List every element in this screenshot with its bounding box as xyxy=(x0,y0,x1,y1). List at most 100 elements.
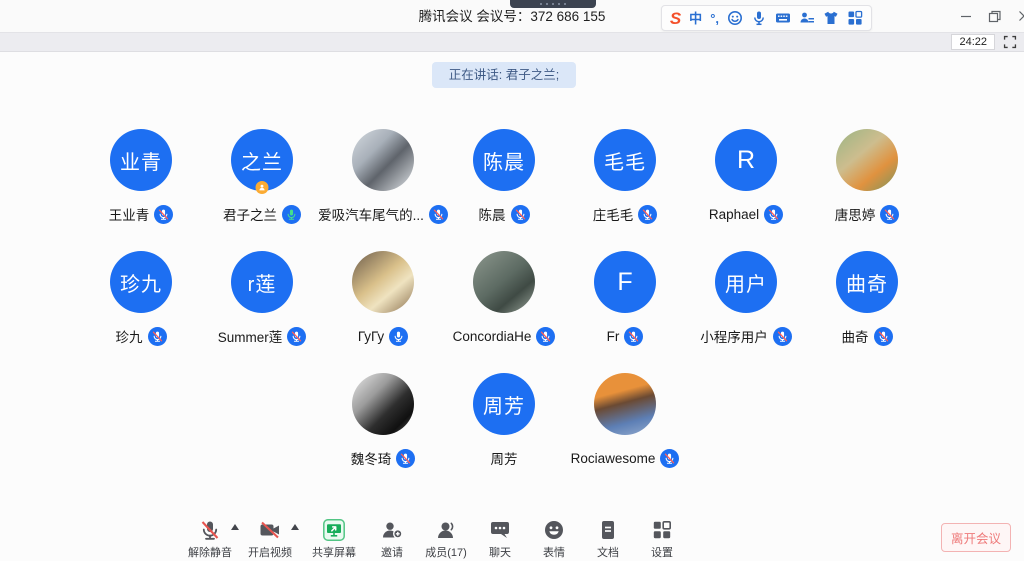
toolbar-item-members[interactable]: 成员(17) xyxy=(419,515,473,560)
avatar-photo xyxy=(594,373,656,435)
leave-meeting-button[interactable]: 离开会议 xyxy=(941,523,1011,552)
participant-tile[interactable]: 曲奇 曲奇 xyxy=(807,251,928,346)
participant-tile[interactable]: 爱吸汽车尾气的... xyxy=(323,129,444,224)
toolbar-item-chat[interactable]: 聊天 xyxy=(473,515,527,560)
name-row: 周芳 xyxy=(491,448,518,468)
participant-row: 珍九 珍九 r莲 xyxy=(0,251,1016,346)
chinese-mode-icon[interactable]: 中 xyxy=(689,12,702,25)
name-row: 庄毛毛 xyxy=(593,204,658,224)
participant-name: 珍九 xyxy=(116,326,143,346)
participant-tile[interactable]: 魏冬琦 xyxy=(323,373,444,468)
video-options-caret[interactable] xyxy=(291,524,299,530)
participant-tile[interactable]: 之兰 君子之兰 xyxy=(202,129,323,224)
participant-name: Rociawesome xyxy=(571,451,656,466)
window-controls xyxy=(951,0,1024,32)
participant-name: 庄毛毛 xyxy=(593,204,634,224)
avatar: R xyxy=(715,129,777,191)
main-area: 正在讲话: 君子之兰; 业青 王业青 xyxy=(0,62,1016,468)
participant-row: 魏冬琦 周芳 周芳 xyxy=(0,373,1016,468)
emoji-ime-icon[interactable] xyxy=(727,10,743,26)
mic-options-caret[interactable] xyxy=(231,524,239,530)
toolbar-item-docs[interactable]: 文档 xyxy=(581,515,635,560)
avatar-initials: 陈晨 xyxy=(483,146,525,175)
skin-icon[interactable] xyxy=(823,10,839,26)
mic-status-icon xyxy=(287,327,306,346)
participant-tile[interactable]: 唐思婷 xyxy=(807,129,928,224)
avatar-initials: 毛毛 xyxy=(604,146,646,175)
participant-tile[interactable]: r莲 Summer莲 xyxy=(202,251,323,346)
name-row: 唐思婷 xyxy=(835,204,900,224)
participant-name: Raphael xyxy=(709,207,759,222)
participant-tile[interactable]: 用户 小程序用户 xyxy=(686,251,807,346)
toolbox-icon[interactable] xyxy=(847,10,863,26)
avatar-photo xyxy=(352,129,414,191)
participant-tile[interactable]: 珍九 珍九 xyxy=(81,251,202,346)
mic-status-icon xyxy=(536,327,555,346)
mic-status-icon xyxy=(874,327,893,346)
restore-button[interactable] xyxy=(980,0,1009,32)
participant-tile[interactable]: 毛毛 庄毛毛 xyxy=(565,129,686,224)
toolbar-label: 成员(17) xyxy=(425,544,467,560)
participant-tile[interactable]: F Fr xyxy=(565,251,686,346)
participant-tile[interactable]: 陈晨 陈晨 xyxy=(444,129,565,224)
participant-name: 王业青 xyxy=(109,204,150,224)
mic-status-icon xyxy=(660,449,679,468)
titlebar: 腾讯会议 会议号：372 686 155 S 中 °, xyxy=(0,0,1024,32)
fullscreen-icon[interactable] xyxy=(1002,34,1018,50)
participant-name: 陈晨 xyxy=(479,204,506,224)
toolbar-label: 共享屏幕 xyxy=(312,544,356,560)
toolbar-label: 开启视频 xyxy=(248,544,292,560)
avatar-photo xyxy=(352,373,414,435)
participant-name: 曲奇 xyxy=(842,326,869,346)
participant-tile[interactable]: R Raphael xyxy=(686,129,807,224)
toolbar-item-invite[interactable]: 邀请 xyxy=(365,515,419,560)
avatar-initials: 用户 xyxy=(725,268,767,297)
avatar-photo xyxy=(352,251,414,313)
name-row: 爱吸汽车尾气的... xyxy=(318,204,448,224)
meeting-window: 腾讯会议 会议号：372 686 155 S 中 °, xyxy=(0,0,1024,561)
voice-input-icon[interactable] xyxy=(751,10,767,26)
name-row: 王业青 xyxy=(109,204,174,224)
avatar-photo xyxy=(836,129,898,191)
avatar: r莲 xyxy=(231,251,293,313)
toolbar-label: 邀请 xyxy=(381,544,403,560)
speaking-banner: 正在讲话: 君子之兰; xyxy=(432,62,576,88)
mic-status-icon xyxy=(764,205,783,224)
mic-off-icon xyxy=(198,518,222,542)
toolbar-item-start-video[interactable]: 开启视频 xyxy=(243,515,297,560)
participant-tile[interactable]: 周芳 周芳 xyxy=(444,373,565,468)
punctuation-icon[interactable]: °, xyxy=(710,12,719,25)
name-row: Raphael xyxy=(709,204,783,224)
toolbar-item-unmute[interactable]: 解除静音 xyxy=(183,515,237,560)
avatar-initials: 周芳 xyxy=(483,390,525,419)
docked-toolbar-pill[interactable] xyxy=(510,0,596,8)
avatar: 曲奇 xyxy=(836,251,898,313)
close-button[interactable] xyxy=(1009,0,1024,32)
avatar: 珍九 xyxy=(110,251,172,313)
bottom-toolbar: 解除静音 开启视频 共享屏幕 邀请 成员(17) xyxy=(0,515,1024,561)
avatar: F xyxy=(594,251,656,313)
avatar: 陈晨 xyxy=(473,129,535,191)
participant-tile[interactable]: Rociawesome xyxy=(565,373,686,468)
virtual-keyboard-icon[interactable] xyxy=(775,10,791,26)
toolbar-label: 设置 xyxy=(651,544,673,560)
participant-tile[interactable]: ConcordiaHe xyxy=(444,251,565,346)
participant-row: 业青 王业青 之兰 xyxy=(0,129,1016,224)
participant-tile[interactable]: 业青 王业青 xyxy=(81,129,202,224)
minimize-button[interactable] xyxy=(951,0,980,32)
mic-status-icon xyxy=(148,327,167,346)
toolbar-item-reactions[interactable]: 表情 xyxy=(527,515,581,560)
participant-name: 君子之兰 xyxy=(223,204,277,224)
docs-icon xyxy=(596,518,620,542)
toolbar-item-settings[interactable]: 设置 xyxy=(635,515,689,560)
participant-tile[interactable]: ГуГу xyxy=(323,251,444,346)
meeting-timer: 24:22 xyxy=(951,34,995,50)
toolbar-item-share-screen[interactable]: 共享屏幕 xyxy=(303,515,365,560)
name-row: Rociawesome xyxy=(571,448,680,468)
sogou-logo-icon[interactable]: S xyxy=(670,10,681,27)
mic-status-icon xyxy=(773,327,792,346)
name-row: 曲奇 xyxy=(842,326,893,346)
avatar: 周芳 xyxy=(473,373,535,435)
custom-phrase-icon[interactable] xyxy=(799,10,815,26)
mic-status-icon xyxy=(624,327,643,346)
